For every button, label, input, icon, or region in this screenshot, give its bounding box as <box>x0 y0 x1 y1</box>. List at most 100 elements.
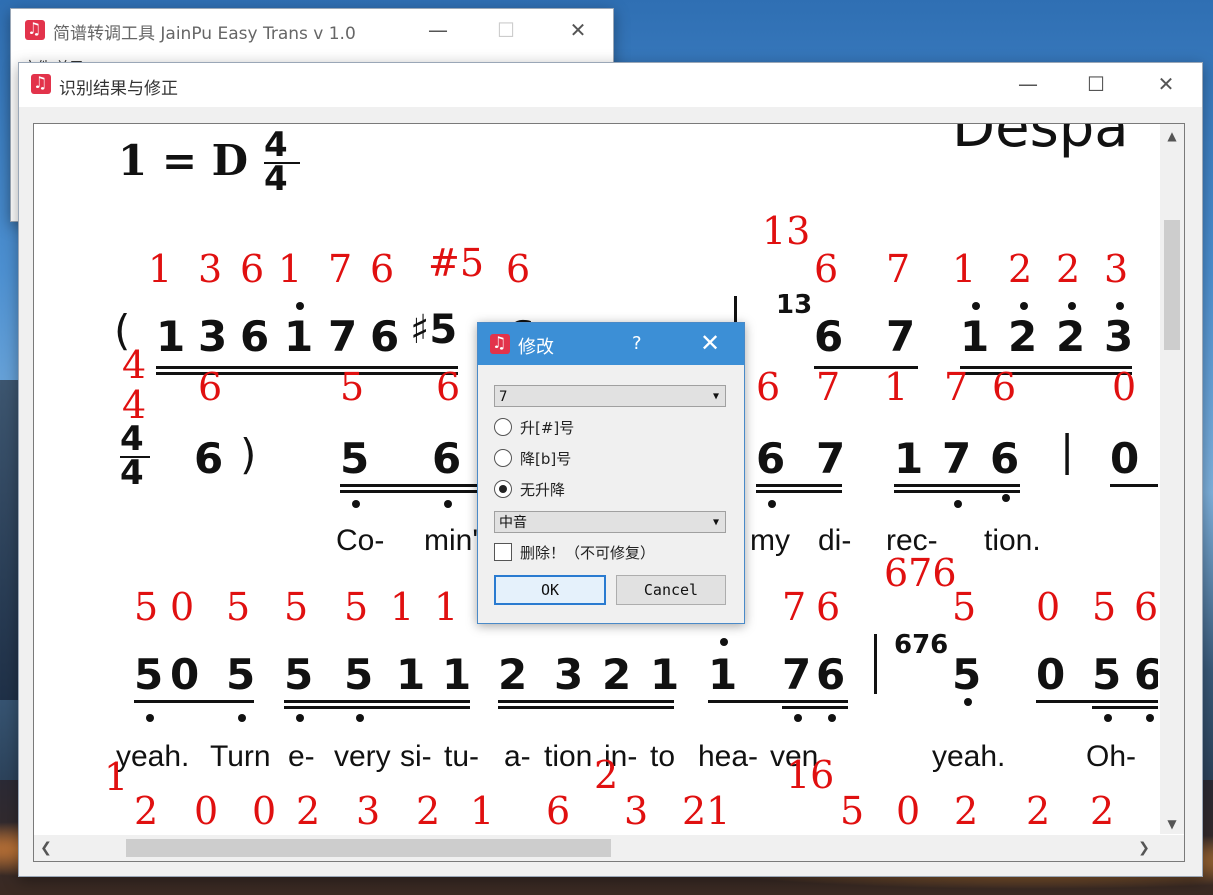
radio-button[interactable] <box>494 418 512 436</box>
annotation-label[interactable]: 5 <box>952 588 976 626</box>
help-icon[interactable]: ? <box>632 333 642 354</box>
score-note[interactable]: 5 <box>952 654 981 696</box>
score-note[interactable]: 0 <box>1110 438 1139 480</box>
note-value-select[interactable]: 7 ▼ <box>494 385 726 407</box>
score-note[interactable]: 6 <box>814 316 843 358</box>
minimize-icon[interactable]: — <box>1005 69 1051 99</box>
annotation-label[interactable]: 1 <box>148 250 172 288</box>
annotation-label[interactable]: 2 <box>1056 250 1080 288</box>
score-note[interactable]: 1 <box>708 654 737 696</box>
radio-button[interactable] <box>494 449 512 467</box>
radio-button-selected[interactable] <box>494 480 512 498</box>
delete-checkbox-row[interactable]: 删除！（不可修复） <box>494 542 655 564</box>
annotation-label[interactable]: 7 <box>782 588 806 626</box>
annotation-label[interactable]: 1 <box>952 250 976 288</box>
annotation-label[interactable]: 4 <box>122 346 146 384</box>
score-note[interactable]: 13 <box>776 292 812 318</box>
score-note[interactable]: 1 <box>650 654 679 696</box>
score-note[interactable]: 6 <box>432 438 461 480</box>
octave-select[interactable]: 中音 ▼ <box>494 511 726 533</box>
vertical-scrollbar[interactable]: ▲ ▼ <box>1160 124 1184 834</box>
score-note[interactable]: 6 <box>756 438 785 480</box>
annotation-label[interactable]: 1 <box>278 250 302 288</box>
score-note[interactable]: 2 <box>1008 316 1037 358</box>
maximize-icon[interactable]: ☐ <box>483 15 529 45</box>
annotation-label[interactable]: 0 <box>896 792 920 830</box>
scroll-up-icon[interactable]: ▲ <box>1160 126 1184 146</box>
score-note[interactable]: 3 <box>554 654 583 696</box>
annotation-label[interactable]: 7 <box>816 368 840 406</box>
score-note[interactable]: 1 <box>396 654 425 696</box>
score-note[interactable]: 5 <box>134 654 163 696</box>
annotation-label[interactable]: 6 <box>814 250 838 288</box>
annotation-label[interactable]: 6 <box>240 250 264 288</box>
annotation-label[interactable]: 1 <box>470 792 494 830</box>
score-note[interactable]: 6 <box>990 438 1019 480</box>
score-note[interactable]: 1 <box>156 316 185 358</box>
score-note[interactable]: 676 <box>894 632 948 658</box>
score-note[interactable]: 2 <box>1056 316 1085 358</box>
annotation-label[interactable]: #5 <box>428 244 484 282</box>
scroll-down-icon[interactable]: ▼ <box>1160 814 1184 834</box>
score-note[interactable]: 7 <box>942 438 971 480</box>
annotation-label[interactable]: 6 <box>370 250 394 288</box>
vertical-scroll-thumb[interactable] <box>1164 220 1180 350</box>
annotation-label[interactable]: 2 <box>1008 250 1032 288</box>
annotation-label[interactable]: 6 <box>436 368 460 406</box>
annotation-label[interactable]: 13 <box>762 212 810 250</box>
annotation-label[interactable]: 1 <box>884 368 908 406</box>
annotation-label[interactable]: 0 <box>1036 588 1060 626</box>
score-note[interactable]: 1 <box>894 438 923 480</box>
score-note[interactable]: 6 <box>240 316 269 358</box>
score-note[interactable]: 1 <box>284 316 313 358</box>
score-note[interactable]: 6 <box>194 438 223 480</box>
score-note[interactable]: 7 <box>328 316 357 358</box>
annotation-label[interactable]: 6 <box>546 792 570 830</box>
annotation-label[interactable]: 1 <box>434 588 458 626</box>
horizontal-scrollbar[interactable]: ❮ ❯ <box>34 835 1184 861</box>
score-note[interactable]: 6 <box>1134 654 1158 696</box>
annotation-label[interactable]: 6 <box>756 368 780 406</box>
score-note[interactable]: 7 <box>816 438 845 480</box>
annotation-label[interactable]: 5 <box>226 588 250 626</box>
score-note[interactable]: 5 <box>340 438 369 480</box>
score-note[interactable]: 7 <box>782 654 811 696</box>
annotation-label[interactable]: 6 <box>198 368 222 406</box>
cancel-button[interactable]: Cancel <box>616 575 726 605</box>
annotation-label[interactable]: 1 <box>104 758 128 796</box>
annotation-label[interactable]: 0 <box>1112 368 1136 406</box>
annotation-label[interactable]: 676 <box>884 554 957 592</box>
annotation-label[interactable]: 2 <box>594 756 618 794</box>
scroll-right-icon[interactable]: ❯ <box>1132 835 1156 861</box>
close-icon[interactable]: ✕ <box>1143 69 1189 99</box>
score-note[interactable]: 3 <box>1104 316 1133 358</box>
score-note[interactable]: 6 <box>816 654 845 696</box>
score-note[interactable]: 5 <box>344 654 373 696</box>
ok-button[interactable]: OK <box>494 575 606 605</box>
annotation-label[interactable]: 0 <box>194 792 218 830</box>
score-note[interactable]: 1 <box>960 316 989 358</box>
annotation-label[interactable]: 2 <box>1026 792 1050 830</box>
annotation-label[interactable]: 5 <box>344 588 368 626</box>
annotation-label[interactable]: 5 <box>284 588 308 626</box>
score-note[interactable]: 3 <box>198 316 227 358</box>
annotation-label[interactable]: 6 <box>992 368 1016 406</box>
close-icon[interactable]: ✕ <box>700 329 720 357</box>
annotation-label[interactable]: 1 <box>390 588 414 626</box>
annotation-label[interactable]: 21 <box>682 792 730 830</box>
radio-none[interactable]: 无升降 <box>494 479 565 501</box>
delete-checkbox[interactable] <box>494 543 512 561</box>
annotation-label[interactable]: 3 <box>624 792 648 830</box>
score-note[interactable]: 0 <box>1036 654 1065 696</box>
annotation-label[interactable]: 6 <box>1134 588 1158 626</box>
annotation-label[interactable]: 5 <box>1092 588 1116 626</box>
annotation-label[interactable]: 16 <box>786 756 834 794</box>
radio-flat[interactable]: 降[b]号 <box>494 448 571 470</box>
score-note[interactable]: 7 <box>886 316 915 358</box>
score-note[interactable]: 1 <box>442 654 471 696</box>
annotation-label[interactable]: 2 <box>954 792 978 830</box>
annotation-label[interactable]: 0 <box>170 588 194 626</box>
score-note[interactable]: 5 <box>1092 654 1121 696</box>
score-note[interactable]: 2 <box>602 654 631 696</box>
score-note[interactable]: 0 <box>170 654 199 696</box>
